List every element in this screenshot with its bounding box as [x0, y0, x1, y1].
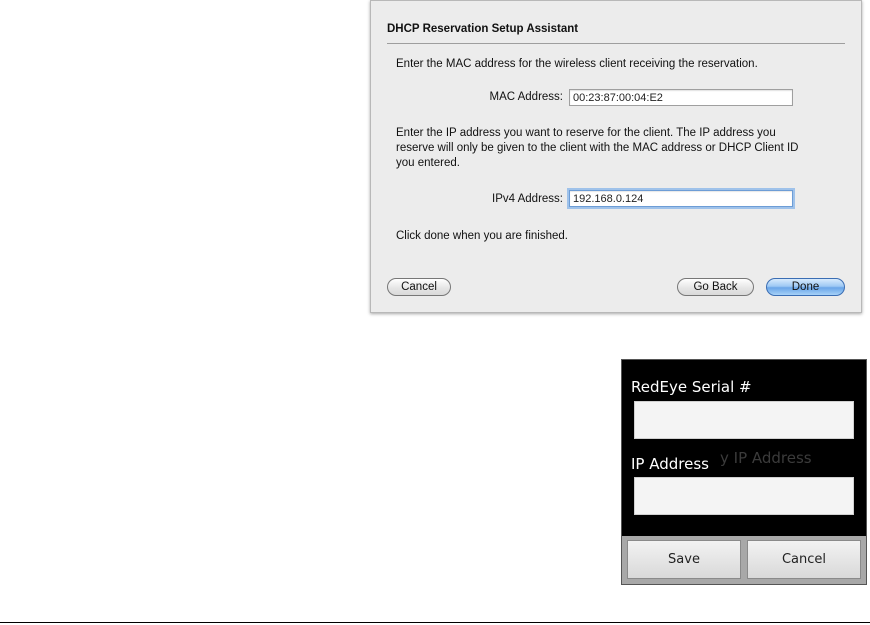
dhcp-reservation-dialog: DHCP Reservation Setup Assistant Enter t… — [370, 0, 862, 313]
redeye-dialog: RedEye Serial # y IP Address IP Address … — [621, 359, 867, 585]
mac-address-field[interactable]: 00:23:87:00:04:E2 — [569, 89, 793, 106]
button-bar: Save Cancel — [622, 536, 866, 584]
cancel-button[interactable]: Cancel — [387, 278, 451, 296]
ip-instruction-line-2: reserve will only be given to the client… — [396, 142, 799, 154]
mac-instruction: Enter the MAC address for the wireless c… — [396, 58, 758, 70]
serial-label: RedEye Serial # — [631, 378, 752, 396]
title-divider — [387, 43, 845, 44]
ip-address-input[interactable] — [634, 477, 854, 515]
mac-address-label: MAC Address: — [489, 91, 564, 103]
done-button[interactable]: Done — [766, 278, 845, 296]
go-back-button[interactable]: Go Back — [677, 278, 754, 296]
ip-instruction-line-3: you entered. — [396, 157, 460, 169]
ipv4-address-field[interactable]: 192.168.0.124 — [569, 190, 793, 207]
ip-instruction-line-1: Enter the IP address you want to reserve… — [396, 127, 776, 139]
ipv4-address-label: IPv4 Address: — [492, 193, 563, 205]
ip-address-label: IP Address — [631, 455, 709, 473]
save-button[interactable]: Save — [627, 540, 741, 579]
dialog-title: DHCP Reservation Setup Assistant — [387, 23, 579, 35]
done-instruction: Click done when you are finished. — [396, 230, 568, 242]
ghost-text: y IP Address — [720, 449, 812, 467]
bottom-divider — [0, 622, 870, 623]
serial-input[interactable] — [634, 401, 854, 439]
cancel-button[interactable]: Cancel — [747, 540, 861, 579]
